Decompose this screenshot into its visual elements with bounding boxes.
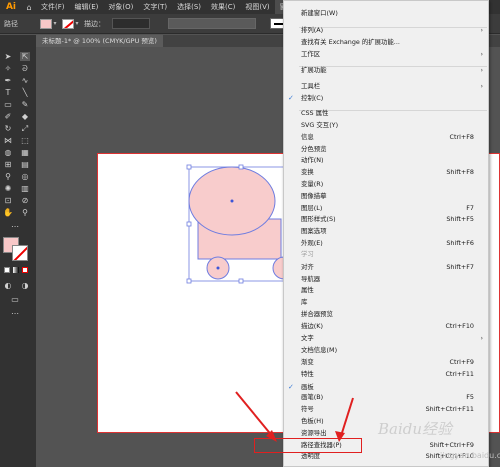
baidu-watermark-url: jingyan.baidu.com — [440, 451, 500, 460]
right-annotation-arrow — [340, 397, 354, 437]
right-arrowhead — [335, 431, 345, 442]
left-annotation-arrow — [235, 391, 274, 438]
annotation-arrows — [235, 391, 354, 442]
baidu-watermark: Baidu经验 — [378, 420, 453, 438]
